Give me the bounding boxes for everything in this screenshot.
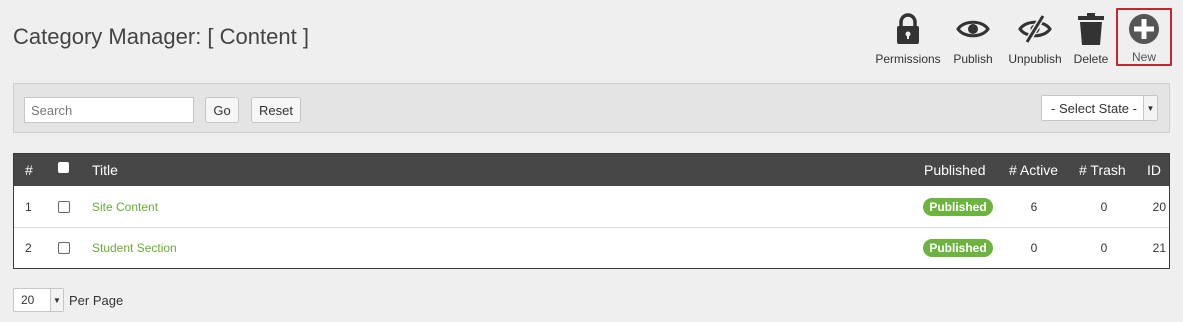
table-header: # Title Published # Active # Trash ID — [14, 154, 1169, 186]
per-page-control: 20 ▼ Per Page — [13, 288, 123, 312]
new-label: New — [1131, 50, 1156, 64]
row-active: 0 — [1030, 241, 1038, 255]
header-active[interactable]: # Active — [1009, 154, 1069, 186]
state-select[interactable]: - Select State - ▼ — [1041, 95, 1158, 121]
select-all-checkbox[interactable] — [58, 161, 69, 173]
publish-button[interactable]: Publish — [944, 8, 1002, 66]
category-table: # Title Published # Active # Trash ID 1 … — [13, 153, 1170, 269]
header-title[interactable]: Title — [92, 154, 118, 186]
trash-icon — [1078, 12, 1104, 46]
row-num: 1 — [25, 199, 32, 214]
row-active: 6 — [1030, 199, 1038, 214]
row-title-link[interactable]: Student Section — [92, 241, 177, 255]
reset-button[interactable]: Reset — [251, 97, 301, 123]
unpublish-label: Unpublish — [1008, 52, 1062, 66]
per-page-select[interactable]: 20 ▼ — [13, 288, 64, 312]
delete-label: Delete — [1073, 52, 1109, 66]
page-title: Category Manager: [ Content ] — [13, 24, 309, 49]
go-button[interactable]: Go — [205, 97, 239, 123]
eye-icon — [956, 12, 990, 46]
new-button[interactable]: New — [1116, 8, 1172, 66]
select-all-cell — [58, 154, 69, 186]
status-badge[interactable]: Published — [923, 239, 993, 257]
table-row: 1 Site Content Published 6 0 20 — [14, 186, 1169, 227]
row-checkbox[interactable] — [58, 200, 70, 213]
table-row: 2 Student Section Published 0 0 21 — [14, 227, 1169, 268]
chevron-down-icon: ▼ — [1143, 96, 1157, 120]
per-page-label: Per Page — [69, 292, 124, 308]
plus-circle-icon — [1128, 12, 1160, 45]
permissions-button[interactable]: Permissions — [875, 8, 941, 66]
delete-button[interactable]: Delete — [1068, 8, 1114, 66]
toolbar: Permissions Publish Unpublish Delete New — [875, 8, 1172, 66]
per-page-value: 20 — [21, 293, 35, 307]
state-select-value: - Select State - — [1051, 100, 1137, 116]
chevron-down-icon: ▼ — [50, 289, 63, 311]
row-title-cell: Student Section — [92, 228, 177, 268]
row-trash: 0 — [1100, 199, 1108, 214]
row-title-cell: Site Content — [92, 186, 158, 227]
row-checkbox[interactable] — [58, 242, 70, 254]
row-num: 2 — [25, 241, 32, 255]
row-trash: 0 — [1100, 241, 1108, 255]
row-id: 21 — [1152, 241, 1166, 255]
row-id: 20 — [1152, 199, 1166, 214]
header-published[interactable]: Published — [924, 154, 986, 186]
row-title-link[interactable]: Site Content — [92, 200, 158, 214]
permissions-label: Permissions — [875, 52, 941, 66]
row-status-cell: Published — [918, 186, 998, 227]
lock-icon — [896, 12, 920, 46]
row-checkbox-cell — [58, 186, 70, 227]
filter-bar: Go Reset - Select State - ▼ — [13, 83, 1170, 133]
unpublish-button[interactable]: Unpublish — [1006, 8, 1064, 66]
status-badge[interactable]: Published — [923, 197, 993, 216]
header-id[interactable]: ID — [1147, 154, 1161, 186]
header-trash[interactable]: # Trash — [1079, 154, 1139, 186]
row-status-cell: Published — [918, 228, 998, 268]
publish-label: Publish — [953, 52, 993, 66]
row-checkbox-cell — [58, 228, 70, 268]
search-input[interactable] — [24, 97, 194, 123]
eye-slash-icon — [1018, 12, 1052, 46]
header-num: # — [25, 162, 33, 178]
